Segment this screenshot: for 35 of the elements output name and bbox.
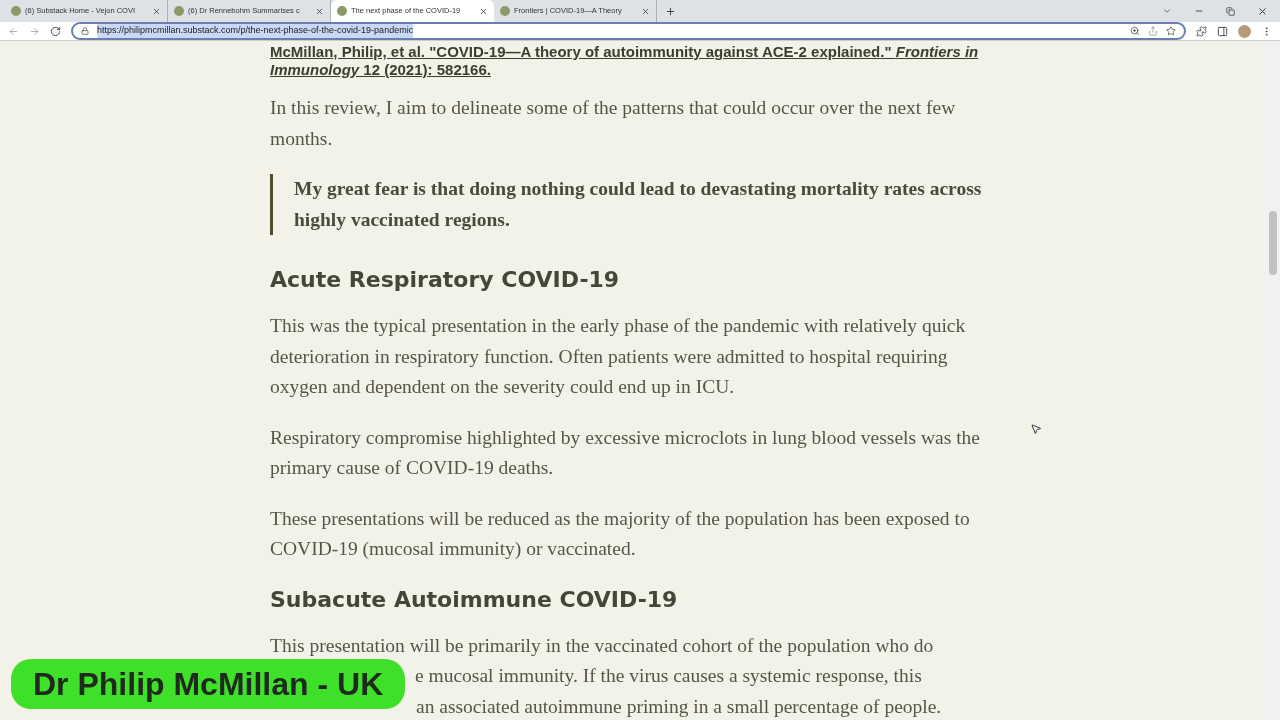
paragraph: Respiratory compromise highlighted by excessive microclots in lung blood vessels was the primary cause of COVID-19 deaths. <box>270 425 981 480</box>
site-icon <box>174 6 184 16</box>
url-text: https://philipmcmillan.substack.com/p/the-next-phase-of-the-covid-19-pandemic <box>97 24 414 38</box>
tab-search-icon[interactable] <box>1162 6 1172 16</box>
extensions-icon[interactable] <box>1196 25 1207 37</box>
zoom-icon[interactable] <box>1130 26 1140 36</box>
name-caption: Dr Philip McMillan - UK <box>11 659 406 709</box>
close-icon[interactable] <box>315 6 324 16</box>
cursor-icon <box>1030 423 1042 435</box>
lock-icon <box>81 27 89 35</box>
section-heading: Acute Respiratory COVID-19 <box>270 266 621 294</box>
site-icon <box>11 6 21 16</box>
scrollbar-thumb[interactable] <box>1269 211 1277 275</box>
block-quote: My great fear is that doing nothing could lead to devastating mortality rates across highly vaccinated regions. <box>270 174 1005 235</box>
close-icon[interactable] <box>1257 5 1268 17</box>
section-heading: Subacute Autoimmune COVID-19 <box>270 585 679 614</box>
paragraph-line: This presentation will be primarily in the vaccinated cohort of the population who do <box>270 634 934 656</box>
bookmark-star-icon[interactable] <box>1166 26 1176 36</box>
paragraph: In this review, I aim to delineate some of the patterns that could occur over the next few months. <box>270 96 957 151</box>
profile-avatar[interactable] <box>1238 24 1251 38</box>
restore-icon[interactable] <box>1226 6 1235 16</box>
site-icon <box>500 6 510 16</box>
address-bar[interactable]: https://philipmcmillan.substack.com/p/the-next-phase-of-the-covid-19-pandemic <box>71 22 1186 40</box>
paragraph: This was the typical presentation in the early phase of the pandemic with relatively quick deterioration in respiratory function. Often patients were admitted to hospital requiring oxygen and dependent on the severity could end up in ICU. <box>270 314 967 399</box>
citation-link[interactable]: McMillan, Philip, et al. "COVID-19—A theory of autoimmunity against ACE-2 explained." Frontiers in Immunology 12 (2021): 582166. <box>270 43 1005 79</box>
reload-icon[interactable] <box>50 25 61 37</box>
paragraph-line: e mucosal immunity. If the virus causes a systemic response, this <box>415 665 922 686</box>
side-panel-icon[interactable] <box>1217 25 1228 37</box>
paragraph-line: an associated autoimmune priming in a small percentage of people. <box>416 695 942 717</box>
site-icon <box>337 6 347 16</box>
new-tab-icon[interactable] <box>665 6 676 17</box>
close-icon[interactable] <box>479 6 488 16</box>
close-icon[interactable] <box>152 6 161 16</box>
close-icon[interactable] <box>641 6 650 16</box>
paragraph: These presentations will be reduced as the majority of the population has been exposed to COVID-19 (mucosal immunity) or vaccinated. <box>270 506 971 561</box>
